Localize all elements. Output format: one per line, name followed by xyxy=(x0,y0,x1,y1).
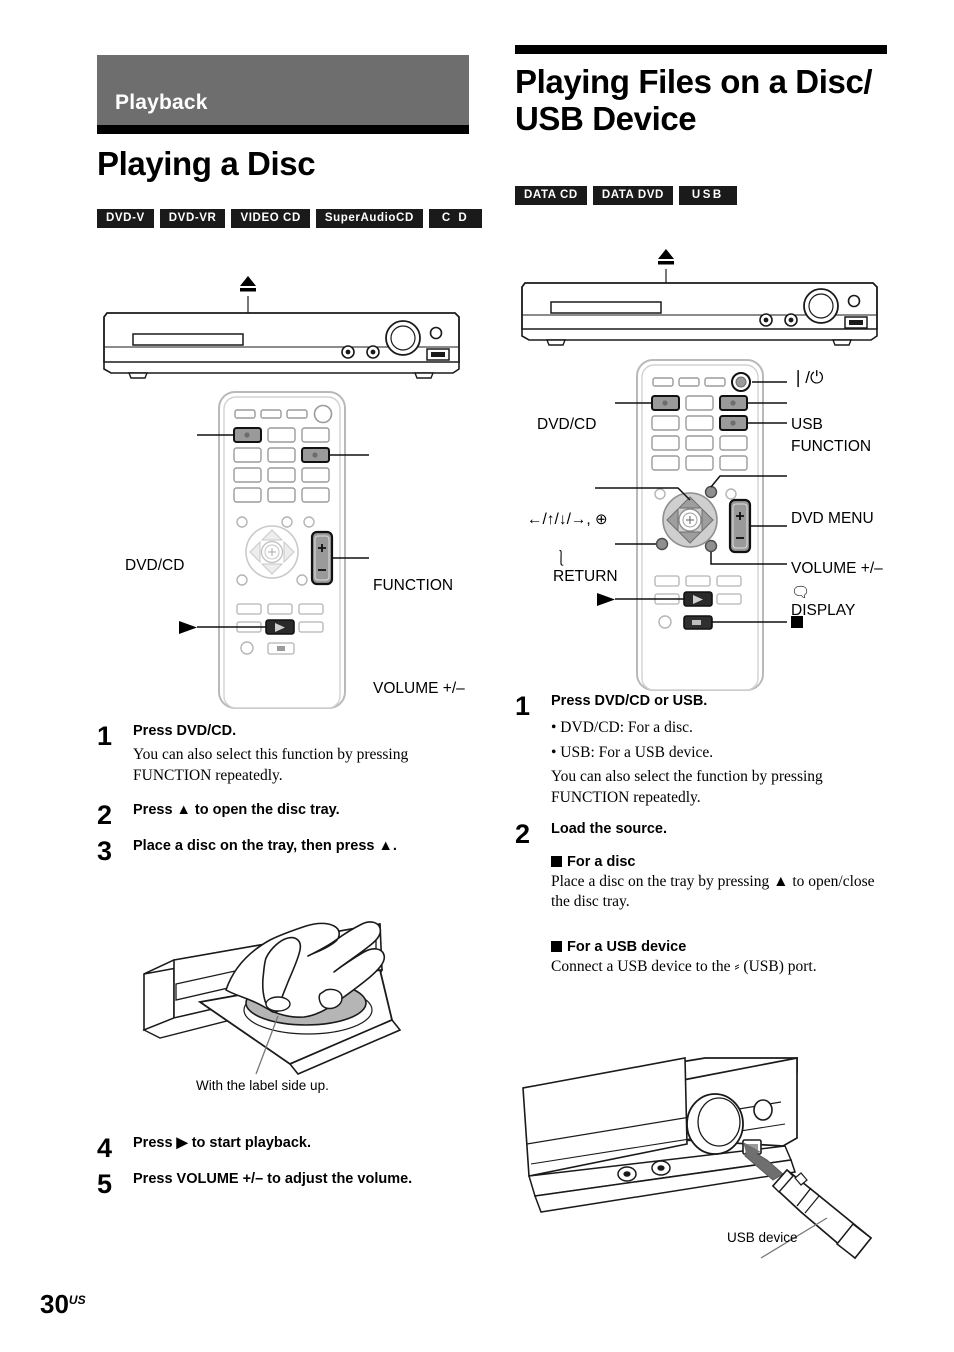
label-dvd-cd-left: DVD/CD xyxy=(125,557,185,574)
step-2-title: Press ▲ to open the disc tray. xyxy=(133,801,340,818)
step-2-left: 2 Press ▲ to open the disc tray. xyxy=(97,801,469,829)
step-1-right: 1 Press DVD/CD or USB. • DVD/CD: For a d… xyxy=(515,692,893,808)
subhead-for-a-usb-device-text: For a USB device xyxy=(567,939,687,956)
format-badge-row-right: DATA CD DATA DVD USB xyxy=(515,185,887,206)
section-band: Playback xyxy=(97,55,469,125)
subhead-for-a-usb-device: For a USB device xyxy=(551,939,893,955)
label-dvd-menu-right: DVD MENU xyxy=(791,510,874,527)
player-front-panel-left xyxy=(103,312,460,379)
badge-data-cd: DATA CD xyxy=(515,185,587,206)
step-4-left: 4 Press ▶ to start playback. xyxy=(97,1134,469,1162)
section-band-label: Playback xyxy=(115,91,208,114)
step-1-note: You can also select this function by pre… xyxy=(133,746,409,784)
step-1-title: Press DVD/CD. xyxy=(133,723,237,739)
title-rule-right xyxy=(515,45,887,54)
left-column: Playback Playing a Disc DVD-V DVD-VR VID… xyxy=(97,55,483,229)
step-3-left: 3 Place a disc on the tray, then press ▲… xyxy=(97,837,469,865)
step-2-right: 2 Load the source. For a disc Place a di… xyxy=(515,820,893,977)
manual-page: Playback Playing a Disc DVD-V DVD-VR VID… xyxy=(0,0,954,1352)
enter-icon: ⊕ xyxy=(595,511,608,528)
return-icon: ⎱ xyxy=(553,551,570,568)
label-cursor-text: ←/↑/↓/→, xyxy=(527,511,591,528)
label-power-right: ❘/⏻ xyxy=(791,368,824,387)
disc-caption: With the label side up. xyxy=(196,1078,329,1093)
page-number: 30US xyxy=(40,1289,86,1320)
step-2-title-right: Load the source. xyxy=(551,821,668,838)
remote-control-left xyxy=(179,391,369,709)
page-number-value: 30 xyxy=(40,1289,69,1319)
badge-dvd-v: DVD-V xyxy=(97,208,154,229)
right-column: Playing Files on a Disc/ USB Device DATA… xyxy=(515,45,887,206)
format-badge-row-left: DVD-V DVD-VR VIDEO CD SuperAudioCD C D xyxy=(97,208,483,229)
label-function-right: FUNCTION xyxy=(791,438,872,455)
usb-caption: USB device xyxy=(727,1230,798,1245)
square-bullet-icon-2 xyxy=(551,941,562,953)
label-usb-right: USB xyxy=(791,416,823,433)
return-label-group: ⎱ RETURN xyxy=(553,552,618,586)
left-device-remote-diagram: DVD/CD FUNCTION VOLUME +/– xyxy=(97,265,477,709)
label-dvd-cd-right: DVD/CD xyxy=(537,416,597,433)
usb-insertion-illustration: USB device xyxy=(515,1052,905,1282)
square-bullet-icon xyxy=(551,855,562,867)
label-function-left: FUNCTION xyxy=(373,577,454,594)
step-1-bullet-usb: • USB: For a USB device. xyxy=(551,743,714,761)
step-2-number-right: 2 xyxy=(515,819,531,850)
step-1-title-right: Press DVD/CD or USB. xyxy=(551,693,708,709)
step-4-title: Press ▶ to start playback. xyxy=(133,1135,311,1151)
right-device-remote-diagram: DVD/CD ❘/⏻ USB FUNCTION ←/↑/↓/→, ⊕ DVD M… xyxy=(515,240,895,691)
step-4-number: 4 xyxy=(97,1133,113,1163)
step-3-number: 3 xyxy=(97,835,113,866)
subhead-for-a-disc: For a disc xyxy=(551,854,893,870)
subhead-for-a-disc-text: For a disc xyxy=(567,853,636,870)
step-1-number-right: 1 xyxy=(515,691,531,721)
page-number-region: US xyxy=(68,1293,86,1307)
subbody-for-a-usb-device: Connect a USB device to the ⸗ (USB) port… xyxy=(551,958,817,976)
badge-usb: USB xyxy=(678,185,737,206)
badge-dvd-vr: DVD-VR xyxy=(159,208,226,229)
disc-loading-illustration: With the label side up. xyxy=(130,878,460,1093)
step-5-title: Press VOLUME +/– to adjust the volume. xyxy=(133,1171,413,1187)
right-steps: 1 Press DVD/CD or USB. • DVD/CD: For a d… xyxy=(515,692,893,978)
title-rule-left xyxy=(97,125,469,134)
page-title-left: Playing a Disc xyxy=(97,145,316,182)
badge-cd: C D xyxy=(428,208,483,229)
badge-video-cd: VIDEO CD xyxy=(231,208,310,229)
page-title-right: Playing Files on a Disc/ USB Device xyxy=(515,63,873,137)
step-3-title: Place a disc on the tray, then press ▲. xyxy=(133,837,397,854)
step-1-note-right: You can also select the function by pres… xyxy=(551,767,823,806)
badge-super-audio-cd: SuperAudioCD xyxy=(315,208,423,229)
step-2-number: 2 xyxy=(97,799,113,830)
player-front-panel-right xyxy=(521,282,878,346)
label-display-right: DISPLAY xyxy=(791,601,856,619)
step-5-left: 5 Press VOLUME +/– to adjust the volume. xyxy=(97,1170,469,1198)
subbody-for-a-disc: Place a disc on the tray by pressing ▲ t… xyxy=(551,872,875,911)
left-steps-lower: 4 Press ▶ to start playback. 5 Press VOL… xyxy=(97,1134,469,1198)
left-steps-upper: 1 Press DVD/CD. You can also select this… xyxy=(97,712,469,865)
display-label-group: 🗨 DISPLAY xyxy=(791,584,856,620)
step-1-bullet-dvdcd: • DVD/CD: For a disc. xyxy=(551,719,693,737)
step-5-number: 5 xyxy=(97,1169,113,1199)
step-1-left: 1 Press DVD/CD. You can also select this… xyxy=(97,722,469,787)
label-volume-left: VOLUME +/– xyxy=(373,680,465,697)
label-return-right: RETURN xyxy=(553,568,618,585)
display-icon: 🗨 xyxy=(791,584,811,601)
label-cursor-right: ←/↑/↓/→, ⊕ xyxy=(527,510,608,529)
step-1-number: 1 xyxy=(97,721,113,751)
badge-data-dvd: DATA DVD xyxy=(592,185,673,206)
label-volume-right: VOLUME +/– xyxy=(791,560,883,577)
